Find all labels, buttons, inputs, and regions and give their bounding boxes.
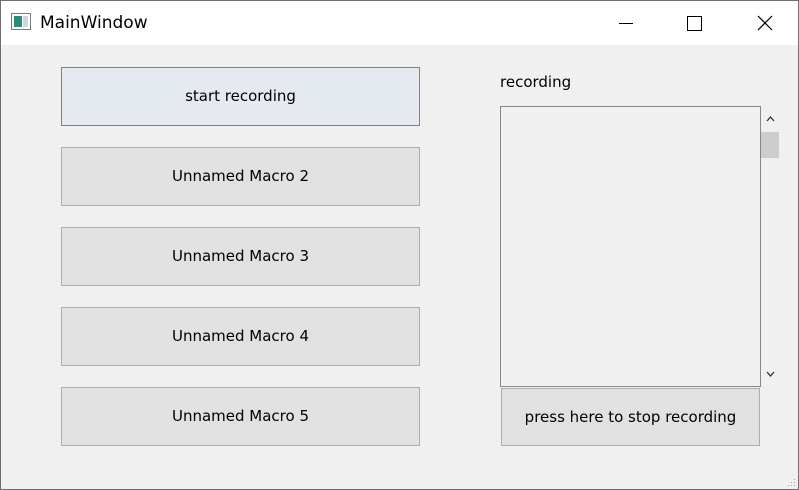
- app-window-icon: [11, 13, 31, 30]
- recording-list-scrollbar[interactable]: [761, 106, 780, 387]
- maximize-icon: [687, 16, 702, 31]
- close-button[interactable]: [736, 1, 794, 45]
- stop-recording-button[interactable]: press here to stop recording: [501, 388, 760, 446]
- chevron-down-icon: [766, 371, 775, 377]
- recording-label: recording: [500, 73, 572, 91]
- macro-2-button[interactable]: Unnamed Macro 2: [61, 147, 420, 206]
- main-window: MainWindow start recording Unnamed Macro…: [0, 0, 799, 490]
- scroll-down-button[interactable]: [761, 365, 780, 383]
- recording-list[interactable]: [500, 106, 761, 387]
- start-recording-button[interactable]: start recording: [61, 67, 420, 126]
- macro-4-button[interactable]: Unnamed Macro 4: [61, 307, 420, 366]
- resize-grip-icon[interactable]: [788, 479, 796, 487]
- chevron-up-icon: [766, 116, 775, 122]
- scroll-thumb[interactable]: [761, 132, 779, 158]
- minimize-icon: [619, 23, 633, 24]
- window-title: MainWindow: [40, 13, 148, 33]
- title-bar[interactable]: MainWindow: [1, 1, 798, 45]
- close-icon: [757, 15, 773, 31]
- minimize-button[interactable]: [597, 1, 655, 45]
- maximize-button[interactable]: [665, 1, 723, 45]
- scroll-up-button[interactable]: [761, 110, 780, 128]
- macro-5-button[interactable]: Unnamed Macro 5: [61, 387, 420, 446]
- macro-3-button[interactable]: Unnamed Macro 3: [61, 227, 420, 286]
